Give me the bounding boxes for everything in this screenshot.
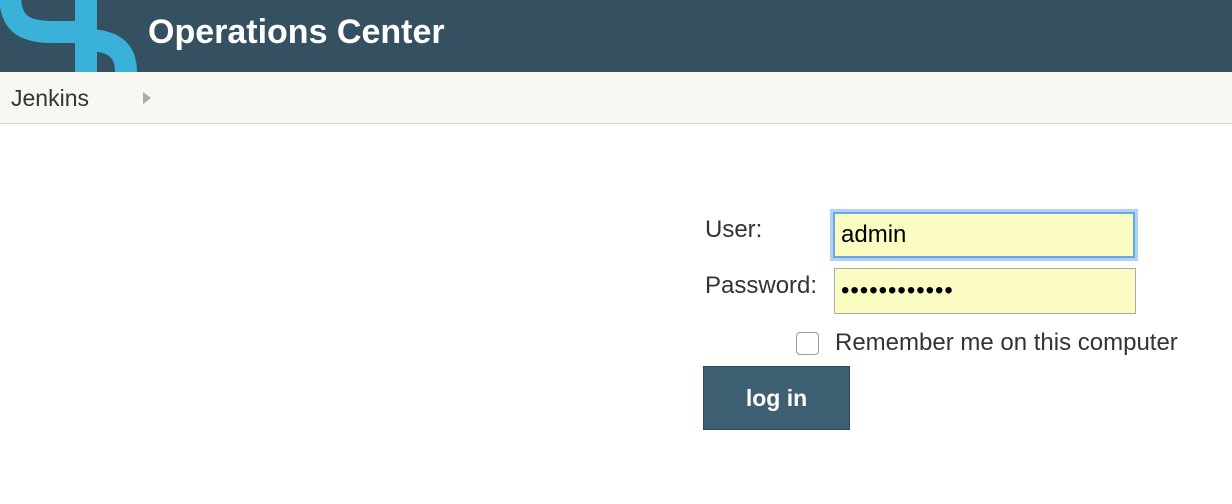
app-title: Operations Center: [148, 13, 445, 51]
breadcrumb-item-jenkins[interactable]: Jenkins: [11, 84, 89, 112]
password-label: Password:: [705, 272, 818, 299]
remember-me-row: Remember me on this computer: [796, 328, 1226, 358]
top-header: Operations Center: [0, 0, 1232, 72]
remember-me-label[interactable]: Remember me on this computer: [835, 328, 1178, 358]
user-label: User:: [705, 216, 763, 243]
breadcrumb: Jenkins: [0, 72, 1232, 124]
password-field[interactable]: [834, 268, 1136, 314]
username-field[interactable]: [833, 212, 1135, 258]
chevron-right-icon[interactable]: [143, 92, 151, 104]
login-form: User: Password: Remember me on this comp…: [0, 124, 1232, 504]
cloudbees-logo-icon[interactable]: [0, 0, 140, 72]
remember-me-checkbox[interactable]: [796, 332, 819, 355]
login-button[interactable]: log in: [703, 366, 850, 430]
